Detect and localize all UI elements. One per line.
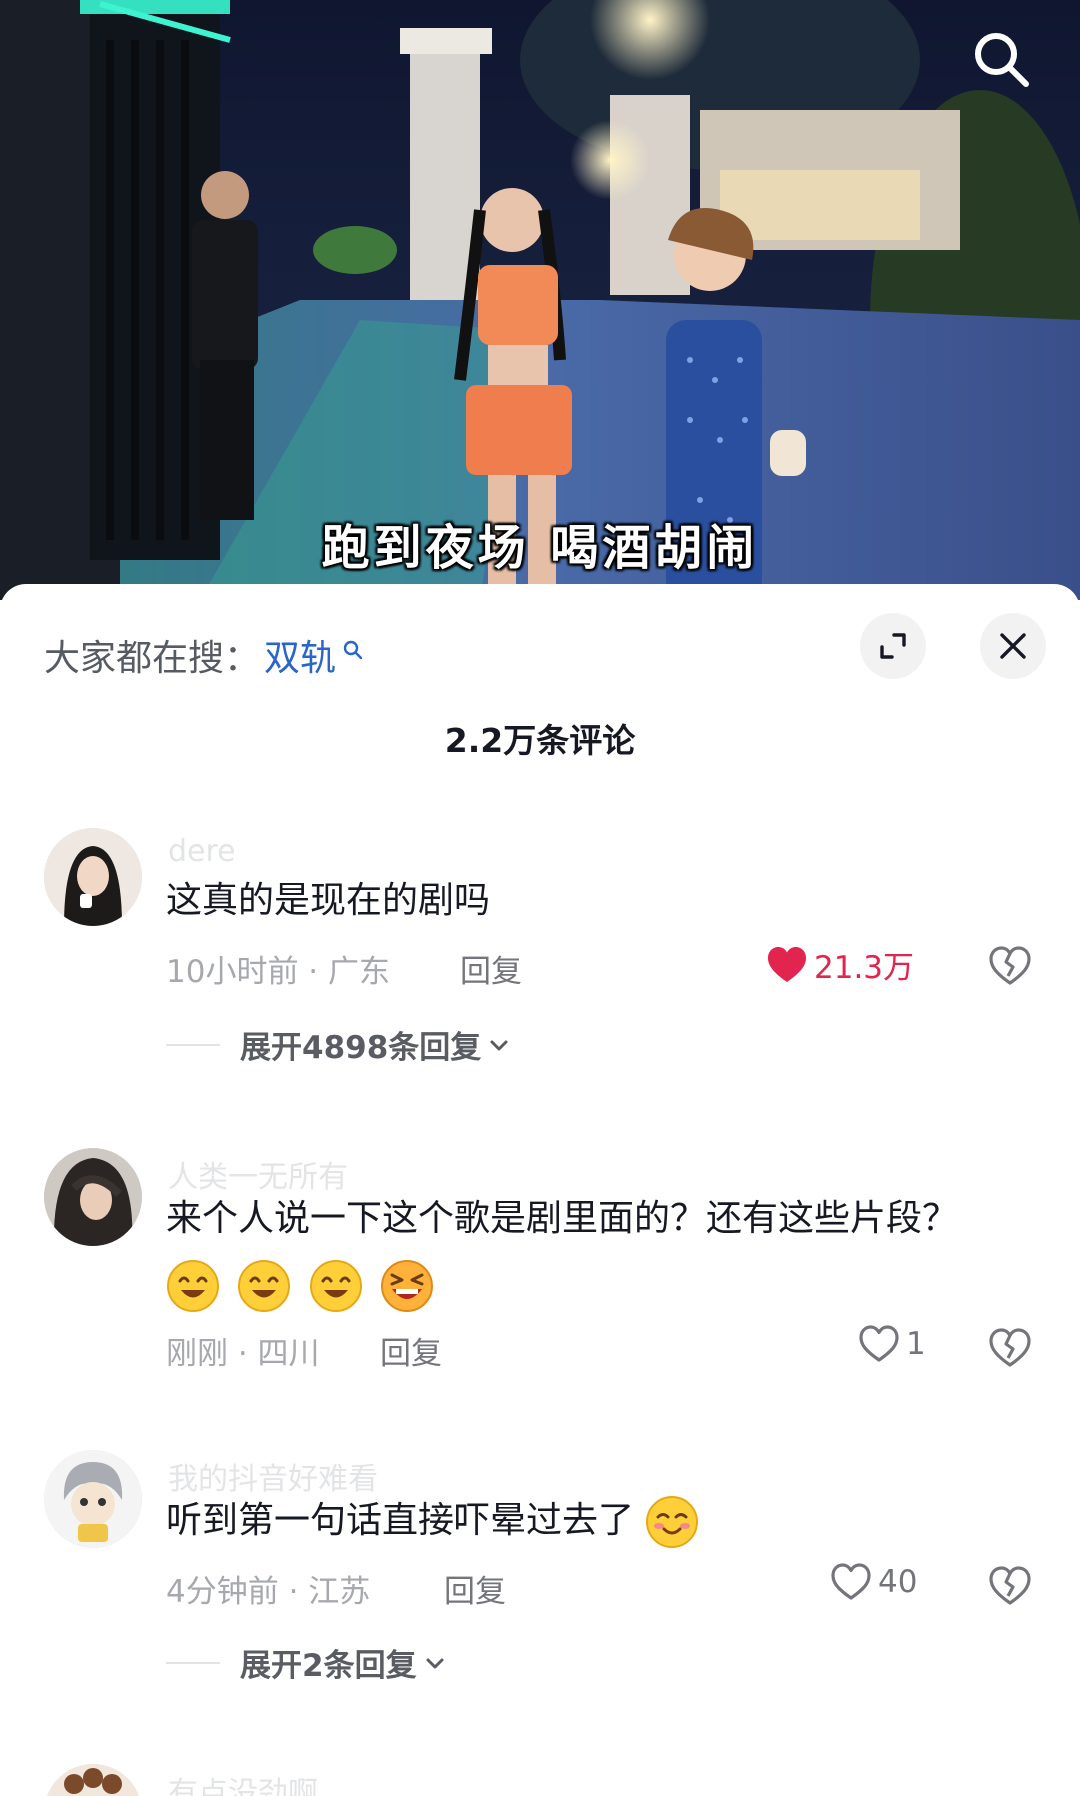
- smile-emoji: [167, 1260, 219, 1312]
- hot-search-keyword[interactable]: 双轨: [264, 629, 336, 681]
- emoji-group: [166, 1260, 440, 1312]
- comment-meta: 刚刚 · 四川: [166, 1336, 320, 1372]
- close-button[interactable]: [980, 613, 1046, 679]
- expand-replies-label: 展开4898条回复: [240, 1030, 482, 1066]
- video-player[interactable]: 跑到夜场 喝酒胡闹: [0, 0, 1080, 600]
- avatar-image: [44, 1148, 142, 1246]
- broken-heart-icon: [989, 1566, 1031, 1605]
- like-button[interactable]: 40: [830, 1562, 917, 1602]
- smile-emoji: [309, 1260, 362, 1312]
- smile-emoji: [238, 1260, 291, 1312]
- search-icon: [975, 33, 1029, 87]
- avatar[interactable]: [44, 1450, 142, 1548]
- heart-outline-icon: [831, 1563, 871, 1600]
- comment-text-body: 听到第一句话直接吓晕过去了: [166, 1500, 635, 1541]
- avatar[interactable]: [44, 1764, 142, 1796]
- expand-replies-label: 展开2条回复: [240, 1648, 417, 1684]
- like-count: 21.3万: [814, 950, 915, 986]
- broken-heart-icon: [989, 946, 1031, 985]
- comment-text: 听到第一句话直接吓晕过去了: [166, 1488, 970, 1554]
- reply-button[interactable]: 回复: [460, 946, 522, 991]
- search-button[interactable]: [966, 24, 1036, 94]
- dislike-button[interactable]: [988, 1564, 1032, 1608]
- avatar-image: [44, 1764, 142, 1796]
- like-button[interactable]: 21.3万: [766, 942, 914, 987]
- close-icon: [1000, 633, 1026, 659]
- avatar[interactable]: [44, 828, 142, 926]
- comment-item: 我的抖音好难看 听到第一句话直接吓晕过去了 4分钟前 · 江苏 回复 40 展开…: [0, 1450, 1080, 1750]
- avatar-image: [44, 828, 142, 926]
- reply-button[interactable]: 回复: [380, 1328, 442, 1373]
- comment-sheet: 大家都在搜： 双轨 2.2万条评论 dere 这真的是现在的剧吗 10小时前 ·…: [0, 584, 1080, 1796]
- blush-emoji: [646, 1496, 699, 1548]
- comment-username[interactable]: 有点没劲啊: [168, 1768, 318, 1796]
- hot-search-bar[interactable]: 大家都在搜： 双轨: [44, 629, 364, 681]
- laugh-emoji: [381, 1260, 434, 1312]
- heart-filled-icon: [768, 946, 806, 982]
- comment-meta: 4分钟前 · 江苏: [166, 1574, 371, 1610]
- comment-item: 人类一无所有 来个人说一下这个歌是剧里面的？还有这些片段？ 刚刚 · 四川 回复…: [0, 1148, 1080, 1448]
- dislike-button[interactable]: [988, 1326, 1032, 1370]
- divider-line: [166, 1661, 220, 1664]
- avatar-image: [44, 1450, 142, 1548]
- expand-button[interactable]: [860, 613, 926, 679]
- comment-meta: 10小时前 · 广东: [166, 954, 391, 990]
- like-count: 40: [878, 1564, 918, 1600]
- comment-text-body: 来个人说一下这个歌是剧里面的？还有这些片段？: [166, 1198, 959, 1239]
- comment-username[interactable]: dere: [168, 834, 236, 869]
- chevron-down-icon: [426, 1658, 444, 1668]
- comment-text: 这真的是现在的剧吗: [166, 880, 491, 921]
- comment-item: dere 这真的是现在的剧吗 10小时前 · 广东 回复 21.3万 展开489…: [0, 828, 1080, 1158]
- broken-heart-icon: [989, 1328, 1031, 1367]
- comment-item: 有点没劲啊: [0, 1764, 1080, 1796]
- comment-text: 来个人说一下这个歌是剧里面的？还有这些片段？: [166, 1186, 970, 1318]
- heart-outline-icon: [859, 1325, 899, 1362]
- reply-button[interactable]: 回复: [444, 1566, 506, 1611]
- search-icon: [343, 640, 363, 660]
- expand-icon: [880, 633, 906, 659]
- expand-replies-button[interactable]: 展开4898条回复: [166, 1022, 511, 1067]
- expand-replies-button[interactable]: 展开2条回复: [166, 1640, 447, 1685]
- avatar[interactable]: [44, 1148, 142, 1246]
- chevron-down-icon: [490, 1040, 508, 1050]
- comment-count-title: 2.2万条评论: [444, 721, 636, 760]
- like-button[interactable]: 1: [858, 1324, 926, 1364]
- like-count: 1: [906, 1326, 926, 1362]
- hot-search-label: 大家都在搜：: [44, 638, 261, 679]
- video-subtitle: 跑到夜场 喝酒胡闹: [321, 520, 759, 576]
- dislike-button[interactable]: [988, 944, 1032, 988]
- divider-line: [166, 1043, 220, 1046]
